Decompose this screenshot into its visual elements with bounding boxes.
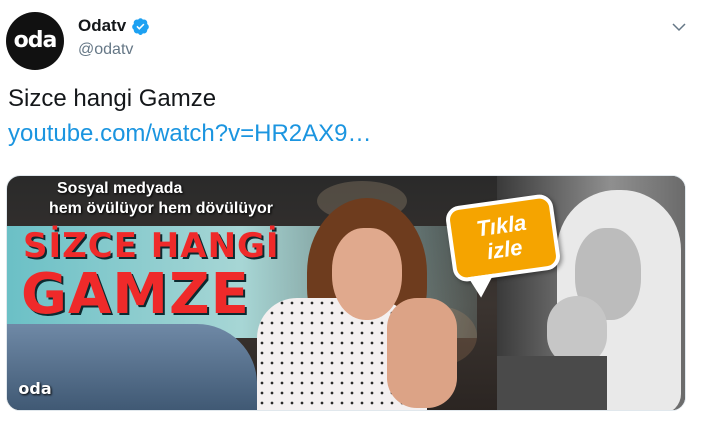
media-headline-line1: SİZCE HANGİ	[23, 226, 280, 266]
media-callout-line2: izle	[485, 234, 524, 265]
avatar[interactable]: oda	[6, 12, 64, 70]
author-name-row: Odatv	[78, 16, 150, 36]
author-handle[interactable]: @odatv	[78, 41, 133, 59]
tweet-text: Sizce hangi Gamze	[8, 85, 217, 112]
display-name[interactable]: Odatv	[78, 16, 126, 36]
media-subtitle-line1: Sosyal medyada	[57, 180, 183, 197]
media-subtitle-line2: hem övülüyor hem dövülüyor	[49, 200, 274, 217]
tweet-link[interactable]: youtube.com/watch?v=HR2AX9…	[8, 120, 372, 148]
verified-badge-icon	[132, 17, 149, 35]
chevron-down-icon[interactable]	[670, 18, 688, 36]
avatar-logo: oda	[13, 28, 58, 53]
media-image[interactable]: Sosyal medyada hem övülüyor hem dövülüyo…	[6, 175, 686, 411]
tweet-card: oda Odatv @odatv Sizce hangi Gamze youtu…	[0, 0, 706, 431]
media-headline-line2: GAMZE	[21, 262, 250, 327]
media-logo: oda	[18, 378, 52, 398]
media-callout-bubble: Tıkla izle	[444, 192, 562, 284]
